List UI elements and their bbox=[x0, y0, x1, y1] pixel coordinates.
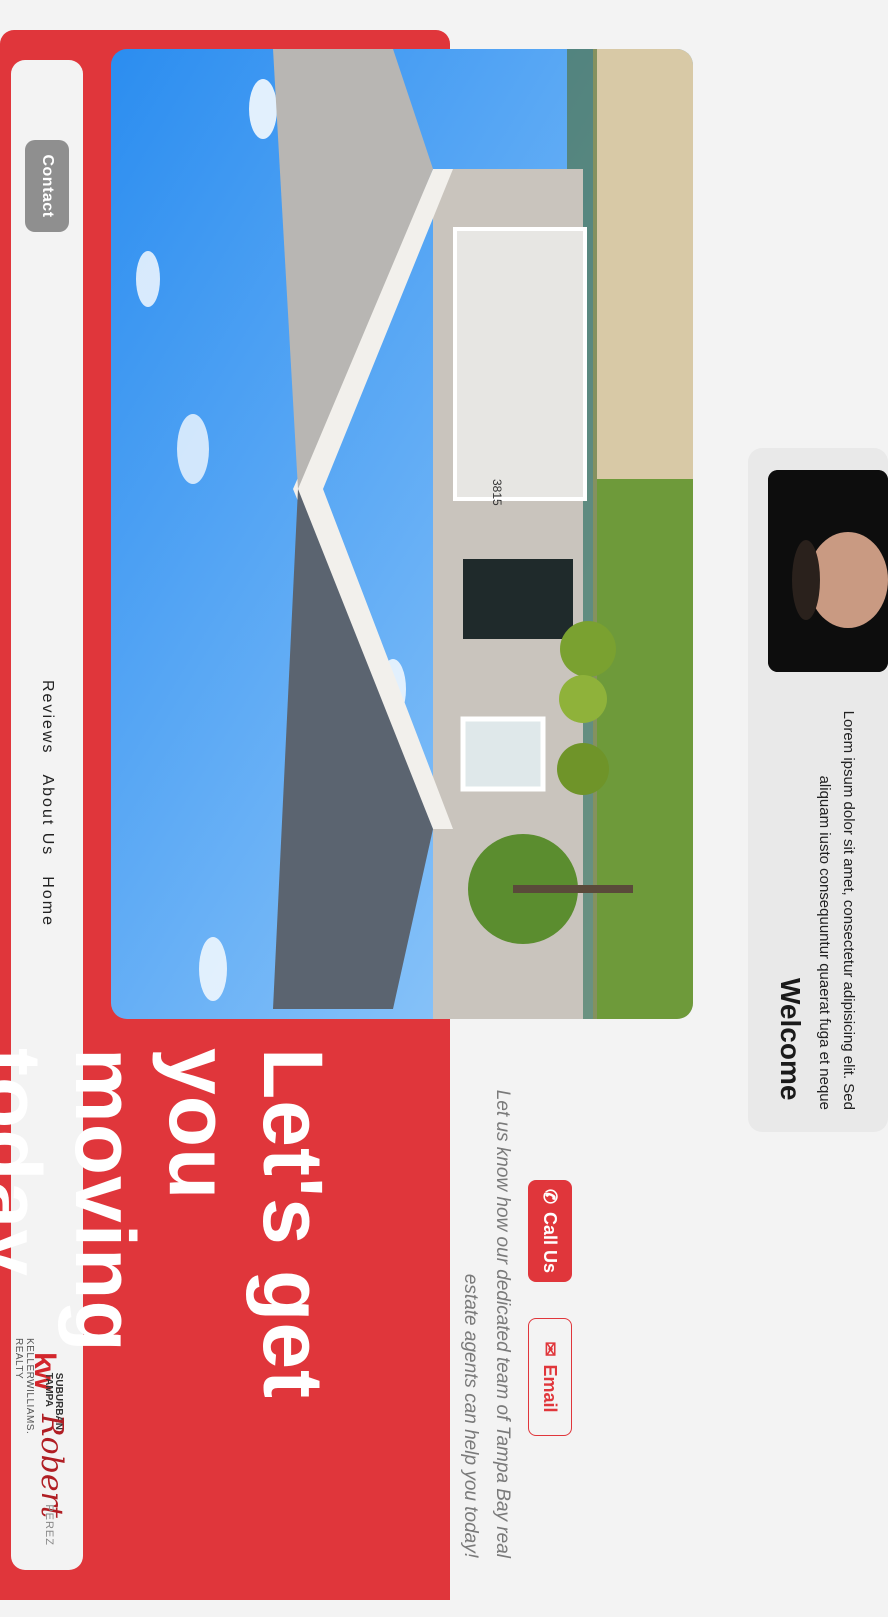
call-us-button[interactable]: ✆ Call Us bbox=[528, 1180, 572, 1282]
hero-headline: Let's get you moving today. bbox=[0, 1048, 340, 1548]
welcome-title: Welcome bbox=[775, 978, 806, 1101]
email-label: Email bbox=[540, 1364, 561, 1413]
nav-about-us[interactable]: About Us bbox=[38, 774, 56, 856]
agent-photo bbox=[768, 470, 888, 672]
house-number: 3815 bbox=[490, 479, 504, 506]
hero-subtext: Let us know how our dedicated team of Ta… bbox=[460, 1089, 513, 1558]
house-photo: 3815 bbox=[111, 49, 693, 1019]
headline-line-1: Let's get you bbox=[152, 1048, 340, 1400]
phone-icon: ✆ bbox=[540, 1188, 561, 1205]
envelope-icon: ✉ bbox=[540, 1341, 561, 1357]
headline-line-2: moving today. bbox=[0, 1048, 152, 1353]
nav-reviews[interactable]: Reviews bbox=[38, 680, 56, 754]
house-illustration: 3815 bbox=[111, 49, 693, 1019]
contact-button[interactable]: Contact bbox=[25, 140, 69, 232]
welcome-text: Lorem ipsum dolor sit amet, consectetur … bbox=[816, 710, 857, 1110]
agent-portrait bbox=[768, 470, 888, 672]
page-viewport: kw SUBURBAN TAMPA KELLERWILLIAMS. REALTY … bbox=[0, 0, 888, 1617]
nav-home[interactable]: Home bbox=[38, 876, 56, 927]
call-us-label: Call Us bbox=[540, 1212, 561, 1274]
page-stage: kw SUBURBAN TAMPA KELLERWILLIAMS. REALTY … bbox=[0, 0, 888, 1617]
email-button[interactable]: ✉ Email bbox=[528, 1318, 572, 1436]
nav-links: Home About Us Reviews bbox=[11, 680, 83, 947]
